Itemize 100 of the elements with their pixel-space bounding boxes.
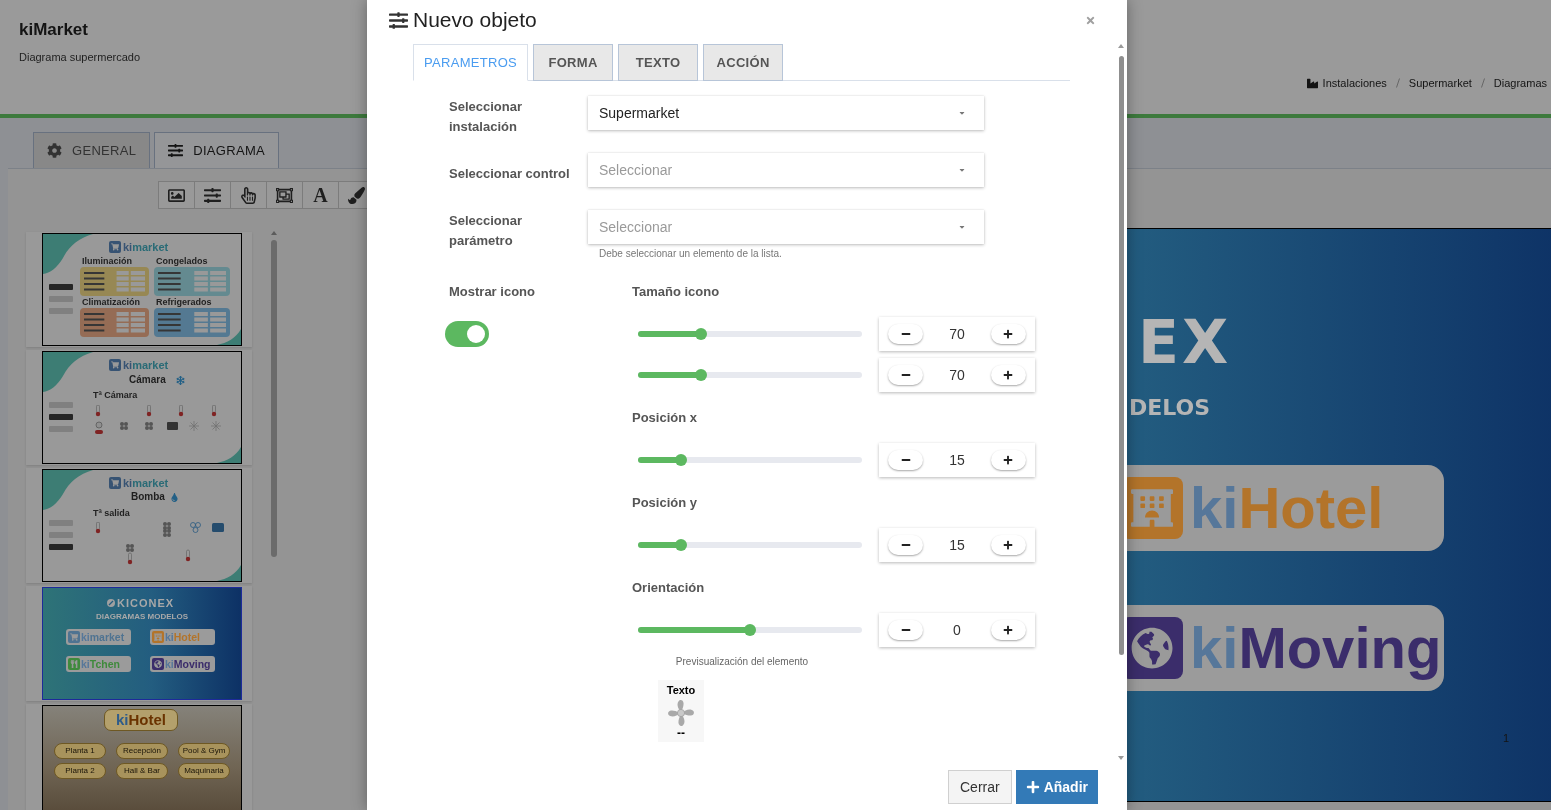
object-group-tool-button[interactable] bbox=[266, 181, 303, 209]
sliders-tool-button[interactable] bbox=[194, 181, 231, 209]
wave-drawing bbox=[43, 470, 93, 510]
fan-icon bbox=[667, 699, 695, 727]
slide-thumbnail[interactable]: kimarket Iluminación Congelados Climatización Refrigerados bbox=[42, 233, 242, 346]
decrement-button[interactable] bbox=[888, 620, 923, 640]
increment-button[interactable] bbox=[991, 620, 1026, 640]
slider-track[interactable] bbox=[638, 457, 862, 463]
breadcrumb-link[interactable]: Instalaciones bbox=[1322, 76, 1387, 90]
slide-thumbnail[interactable]: kiHotel Planta 1 Recepción Pool & Gym Planta 2 Hall & Bar Maquinaria bbox=[42, 705, 242, 810]
slide-button: Pool & Gym bbox=[178, 743, 230, 759]
select-field[interactable]: Supermarket bbox=[588, 96, 984, 130]
close-icon[interactable] bbox=[1085, 14, 1096, 26]
number-field[interactable]: 70 bbox=[949, 325, 965, 343]
brand-name: kiHotel bbox=[116, 712, 166, 728]
field-label: Tamaño icono bbox=[632, 283, 720, 301]
tab[interactable]: ACCIÓN bbox=[703, 44, 784, 81]
text-tool-button[interactable]: A bbox=[302, 181, 339, 209]
number-field[interactable]: 15 bbox=[949, 451, 965, 469]
plus-icon bbox=[1003, 540, 1014, 550]
slider-track[interactable] bbox=[638, 372, 862, 378]
number-field[interactable]: 0 bbox=[953, 621, 961, 639]
slider-track[interactable] bbox=[638, 627, 862, 633]
cart-icon bbox=[109, 477, 121, 489]
slide-thumbnail[interactable]: KICONEX DIAGRAMAS MODELOS kimarket kiHotel kiTchen kiMoving bbox=[42, 587, 242, 700]
plus-icon bbox=[1025, 780, 1040, 794]
slide-subtitle: DIAGRAMAS MODELOS bbox=[96, 612, 188, 622]
brand-name: kiMoving bbox=[165, 658, 211, 670]
panel-heading: Climatización bbox=[82, 297, 140, 307]
slashed-circle-icon bbox=[107, 599, 115, 607]
slider-thumb[interactable] bbox=[694, 328, 707, 340]
hand-pointer-tool-button[interactable] bbox=[230, 181, 267, 209]
tab[interactable]: GENERAL bbox=[33, 132, 151, 168]
panel-heading: Refrigerados bbox=[156, 297, 212, 307]
tab[interactable]: FORMA bbox=[533, 44, 614, 81]
slide-button: Planta 2 bbox=[54, 763, 106, 779]
caret-icon bbox=[958, 223, 966, 231]
breadcrumb-separator-icon bbox=[1480, 78, 1485, 88]
slide-title: KICONEX bbox=[117, 597, 175, 609]
increment-button[interactable] bbox=[991, 365, 1026, 385]
preview-label: Texto bbox=[666, 684, 696, 696]
field-label: Seleccionar control bbox=[449, 165, 570, 183]
slide-thumbnail[interactable]: kimarket Bomba Tª salida bbox=[42, 469, 242, 582]
cart-icon bbox=[109, 241, 121, 253]
slider-track[interactable] bbox=[638, 542, 862, 548]
increment-button[interactable] bbox=[991, 450, 1026, 470]
slider-thumb[interactable] bbox=[744, 624, 756, 636]
breadcrumb-link[interactable]: Diagramas bbox=[1493, 76, 1547, 90]
dialog-title: Nuevo objeto bbox=[413, 7, 537, 33]
decrement-button[interactable] bbox=[888, 365, 923, 385]
decrement-button[interactable] bbox=[888, 450, 923, 470]
image-tool-button[interactable] bbox=[158, 181, 195, 209]
sliders-icon bbox=[389, 10, 408, 30]
brand-name: kiTchen bbox=[81, 658, 120, 670]
slider-thumb[interactable] bbox=[674, 539, 687, 551]
preview-caption: Previsualización del elemento bbox=[675, 656, 809, 668]
caret-icon bbox=[958, 166, 966, 174]
field-label: Posición x bbox=[632, 409, 698, 427]
sensor-label: Tª Cámara bbox=[93, 390, 138, 401]
increment-button[interactable] bbox=[991, 535, 1026, 555]
add-button[interactable]: Añadir bbox=[1015, 770, 1098, 804]
hand-pointer-icon bbox=[240, 186, 257, 204]
slider-thumb[interactable] bbox=[674, 454, 687, 466]
slider-track[interactable] bbox=[638, 331, 862, 337]
decrement-button[interactable] bbox=[888, 324, 923, 344]
page-title: kiMarket bbox=[19, 20, 88, 40]
sliders-icon bbox=[204, 186, 221, 204]
field-label: Posición y bbox=[632, 494, 698, 512]
sliders-icon bbox=[168, 143, 184, 158]
drop-icon bbox=[169, 492, 179, 502]
field-hint: Debe seleccionar un elemento de la lista. bbox=[598, 248, 782, 260]
field-label: Seleccionar instalación bbox=[449, 98, 523, 136]
brand-name: kimarket bbox=[81, 631, 125, 643]
breadcrumb-separator-icon bbox=[1395, 78, 1400, 88]
preview-value: -- bbox=[677, 727, 685, 739]
decrement-button[interactable] bbox=[888, 535, 923, 555]
toggle-switch[interactable] bbox=[445, 321, 489, 347]
corner-wave-drawing bbox=[217, 329, 241, 345]
slide-thumbnail[interactable]: kimarket Cámara Tª Cámara bbox=[42, 351, 242, 464]
brand-name: kimarket bbox=[123, 359, 169, 371]
breadcrumb-link[interactable]: Supermarket bbox=[1408, 76, 1472, 90]
factory-icon bbox=[1306, 77, 1318, 89]
object-group-icon bbox=[276, 186, 293, 204]
sensor-label: Tª salida bbox=[93, 508, 130, 519]
canvas-heading: EX bbox=[1138, 312, 1232, 372]
close-button[interactable]: Cerrar bbox=[948, 770, 1012, 804]
number-field[interactable]: 15 bbox=[949, 536, 965, 554]
brand-name: kiHotel bbox=[1190, 479, 1384, 537]
slide-title: Cámara bbox=[129, 374, 166, 386]
increment-button[interactable] bbox=[991, 324, 1026, 344]
brand-name: kiHotel bbox=[165, 631, 200, 643]
tab[interactable]: TEXTO bbox=[618, 44, 699, 81]
tab[interactable]: DIAGRAMA bbox=[154, 132, 279, 168]
image-icon bbox=[168, 186, 185, 204]
snowflake-icon bbox=[175, 375, 185, 385]
number-field[interactable]: 70 bbox=[949, 366, 965, 384]
canvas-subheading: DELOS bbox=[1129, 397, 1211, 419]
scrollbar[interactable] bbox=[1118, 44, 1124, 760]
wave-drawing bbox=[43, 352, 93, 392]
slider-thumb[interactable] bbox=[694, 369, 707, 381]
